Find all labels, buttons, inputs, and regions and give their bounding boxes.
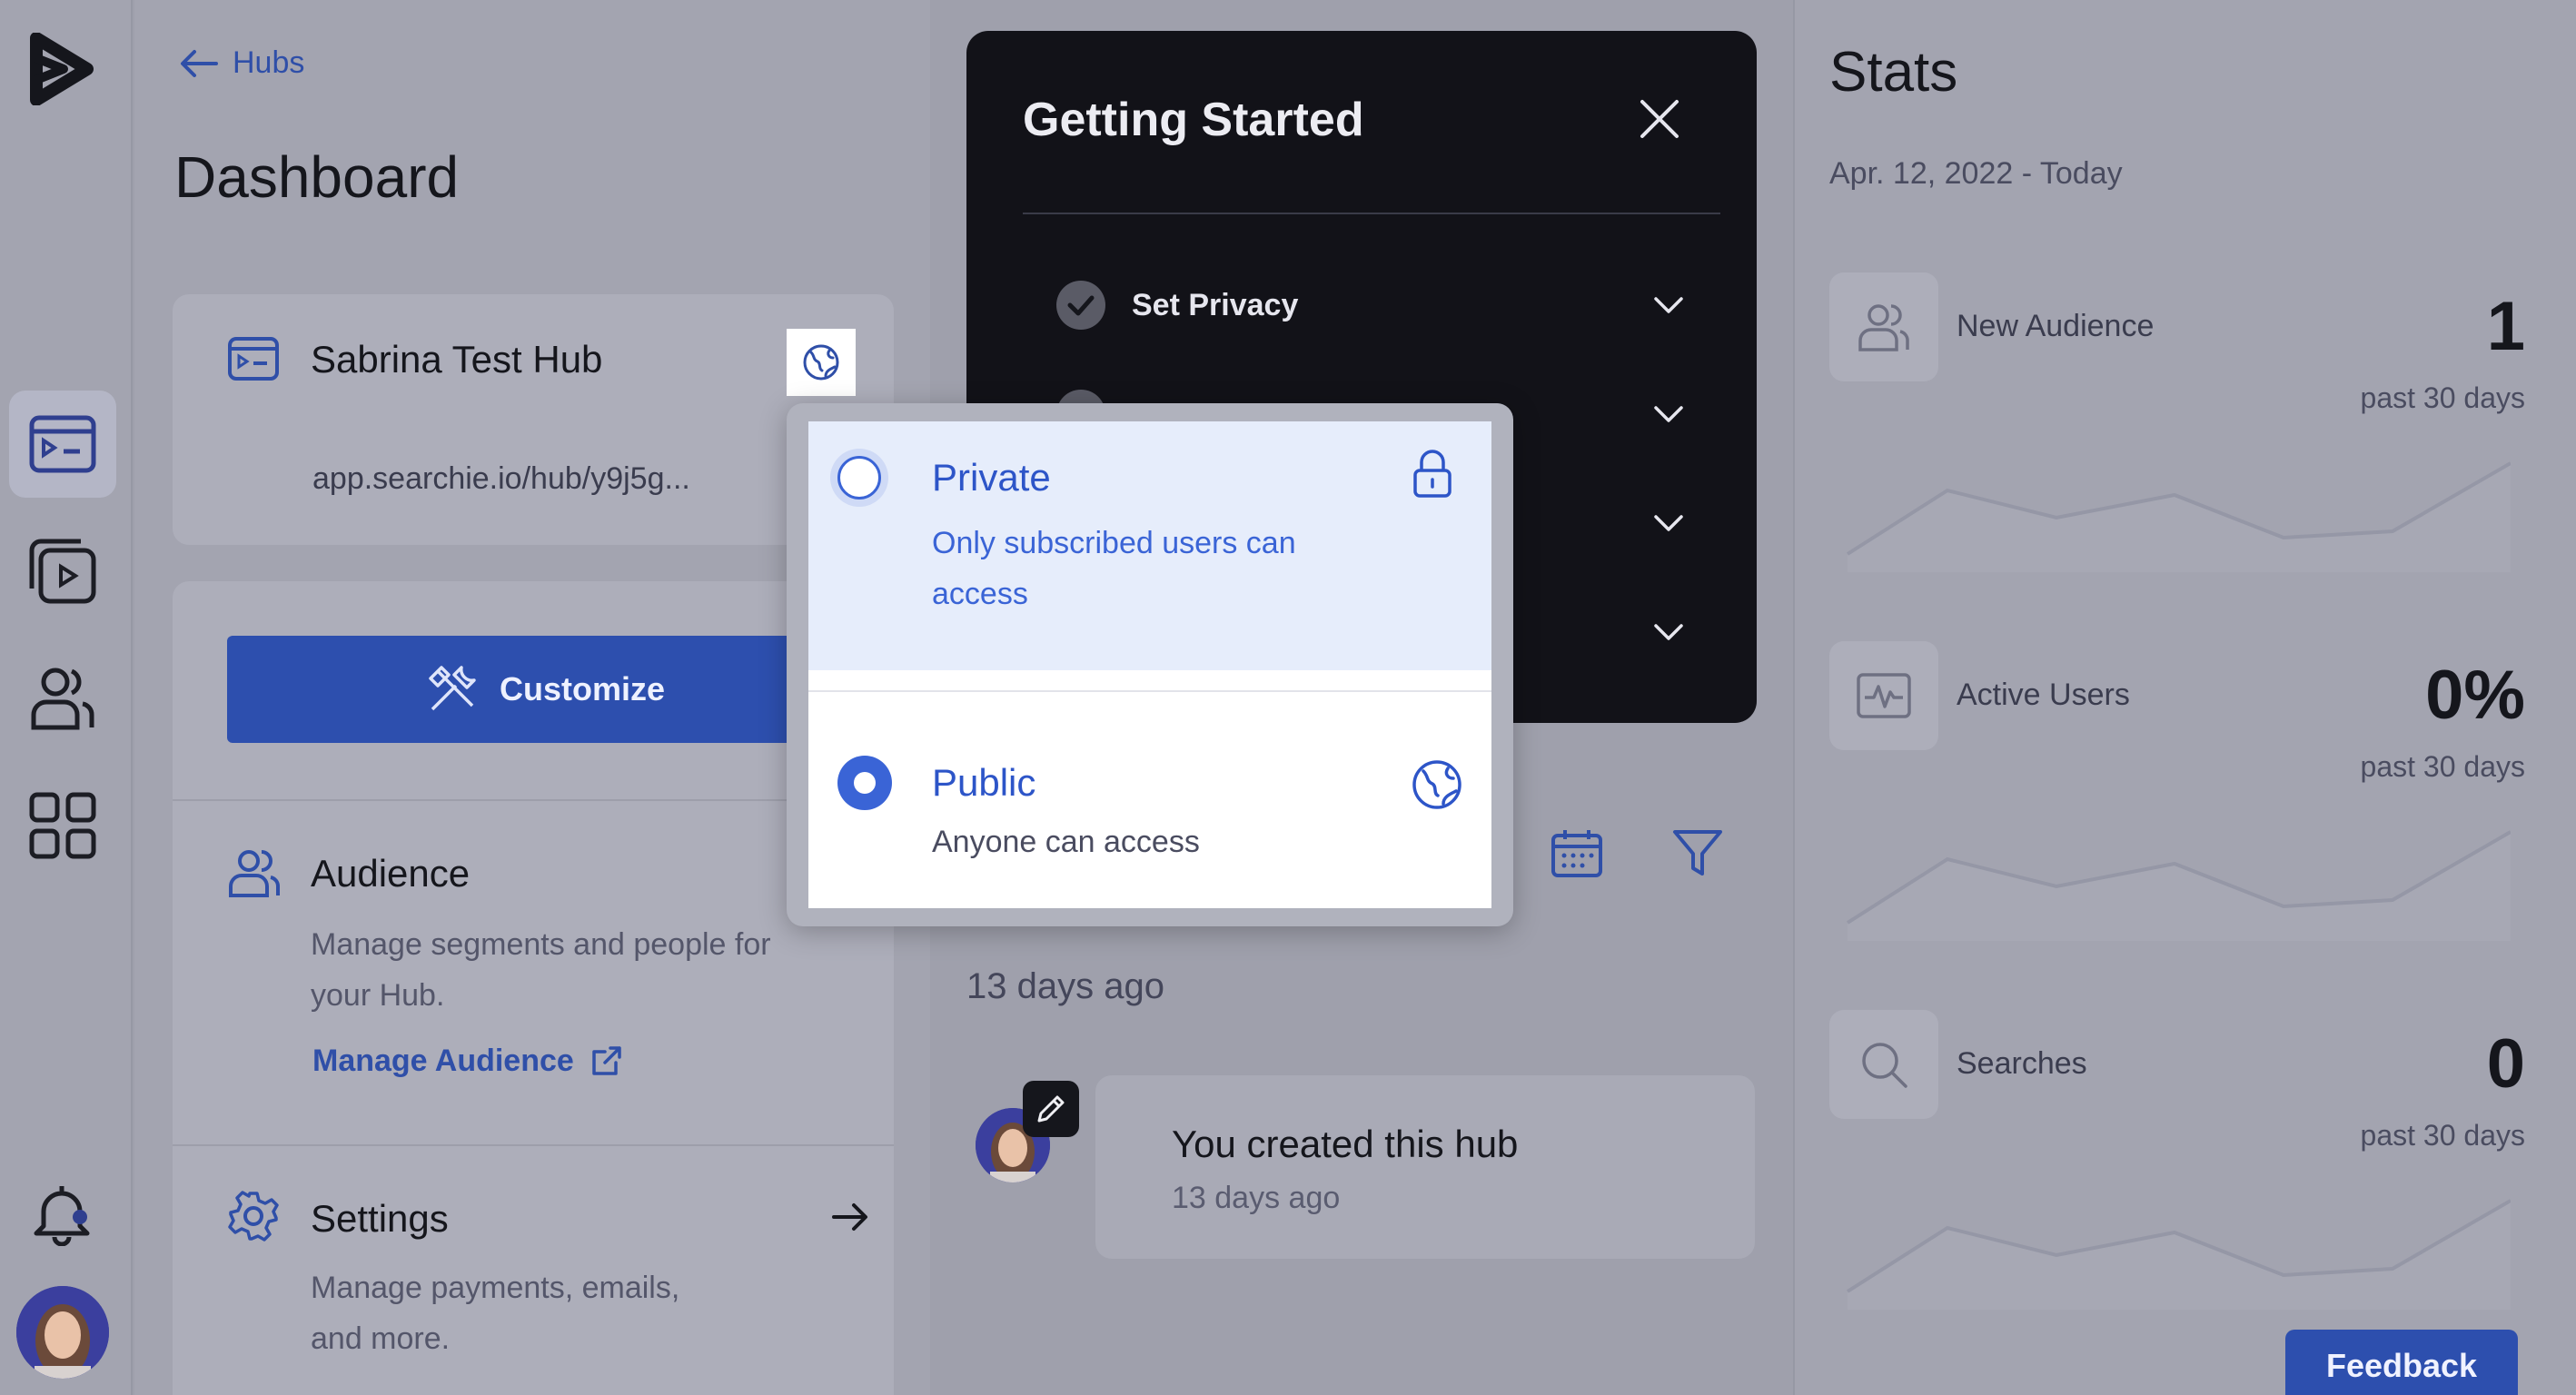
activity-icon bbox=[1857, 673, 1911, 718]
private-desc-line: access bbox=[932, 577, 1028, 611]
back-link-label: Hubs bbox=[233, 45, 305, 80]
arrow-left-icon bbox=[181, 49, 218, 77]
stats-column: Stats Apr. 12, 2022 - Today New Audience… bbox=[1793, 0, 2576, 1395]
privacy-option-public[interactable]: Public Anyone can access bbox=[808, 692, 1491, 908]
gear-icon bbox=[228, 1191, 279, 1242]
stat-value: 1 bbox=[2486, 288, 2525, 365]
settings-title: Settings bbox=[311, 1197, 449, 1240]
settings-desc-line: and more. bbox=[311, 1321, 451, 1356]
settings-description: Manage payments, emails, and more. bbox=[311, 1262, 679, 1364]
checklist-item-set-privacy[interactable]: Set Privacy bbox=[1055, 251, 1702, 360]
pencil-icon bbox=[1037, 1095, 1065, 1123]
activity-item-time: 13 days ago bbox=[1172, 1181, 1341, 1215]
stat-label: New Audience bbox=[1957, 309, 2155, 343]
lock-icon bbox=[1413, 450, 1451, 498]
chevron-down-icon bbox=[1654, 515, 1683, 531]
divider bbox=[173, 799, 894, 801]
privacy-toggle-button[interactable] bbox=[787, 329, 856, 396]
user-avatar[interactable] bbox=[16, 1286, 109, 1379]
customize-label: Customize bbox=[499, 670, 666, 707]
stat-value: 0 bbox=[2486, 1025, 2525, 1103]
manage-audience-label: Manage Audience bbox=[312, 1043, 574, 1078]
privacy-option-private[interactable]: Private Only subscribed users can access bbox=[808, 421, 1491, 670]
stat-period: past 30 days bbox=[2360, 1119, 2525, 1152]
page-title: Dashboard bbox=[174, 144, 460, 210]
customize-button[interactable]: Customize bbox=[227, 636, 863, 743]
hub-icon bbox=[29, 415, 96, 473]
audience-description: Manage segments and people for your Hub. bbox=[311, 919, 771, 1021]
bell-icon bbox=[34, 1186, 90, 1247]
hub-actions-card: Customize Audience Manage segments and p… bbox=[173, 581, 894, 1395]
private-desc-line: Only subscribed users can bbox=[932, 526, 1296, 560]
chevron-down-icon bbox=[1654, 406, 1683, 422]
sparkline-active-users bbox=[1846, 830, 2511, 941]
stat-period: past 30 days bbox=[2360, 381, 2525, 414]
stats-date-range[interactable]: Apr. 12, 2022 - Today bbox=[1829, 156, 2123, 192]
activity-group-label: 13 days ago bbox=[966, 966, 1164, 1006]
stat-icon-tile bbox=[1829, 1010, 1938, 1119]
check-circle-icon bbox=[1056, 281, 1105, 330]
public-title: Public bbox=[932, 761, 1036, 804]
back-to-hubs-link[interactable]: Hubs bbox=[178, 45, 304, 81]
filter-icon[interactable] bbox=[1671, 826, 1724, 879]
sparkline-searches bbox=[1846, 1199, 2511, 1310]
external-link-icon bbox=[592, 1046, 621, 1075]
globe-icon bbox=[803, 344, 839, 381]
apps-nav-button[interactable] bbox=[9, 772, 116, 879]
stat-icon-tile bbox=[1829, 641, 1938, 750]
private-description: Only subscribed users can access bbox=[932, 518, 1296, 619]
divider bbox=[808, 670, 1491, 690]
stats-title: Stats bbox=[1829, 41, 1958, 104]
chevron-down-icon bbox=[1654, 297, 1683, 313]
video-library-icon bbox=[29, 539, 96, 604]
hub-name: Sabrina Test Hub bbox=[311, 338, 603, 381]
stat-value: 0% bbox=[2425, 657, 2525, 734]
hub-card: Sabrina Test Hub app.searchie.io/hub/y9j… bbox=[173, 294, 894, 545]
sparkline-new-audience bbox=[1846, 461, 2511, 572]
grid-icon bbox=[29, 792, 96, 859]
checklist-item-label: Set Privacy bbox=[1132, 287, 1299, 322]
videos-nav-button[interactable] bbox=[9, 518, 116, 625]
stat-label: Searches bbox=[1957, 1046, 2087, 1081]
audience-desc-line: Manage segments and people for bbox=[311, 927, 771, 962]
audience-title: Audience bbox=[311, 852, 471, 895]
notifications-button[interactable] bbox=[29, 1181, 94, 1251]
audience-desc-line: your Hub. bbox=[311, 978, 445, 1013]
feedback-button[interactable]: Feedback bbox=[2285, 1330, 2518, 1395]
arrow-right-icon[interactable] bbox=[830, 1201, 870, 1233]
manage-audience-link[interactable]: Manage Audience bbox=[312, 1043, 625, 1079]
hub-icon bbox=[228, 337, 279, 381]
stat-period: past 30 days bbox=[2360, 750, 2525, 783]
audience-nav-button[interactable] bbox=[9, 645, 116, 752]
chevron-down-icon bbox=[1654, 624, 1683, 640]
hubs-nav-button[interactable] bbox=[9, 391, 116, 498]
private-radio[interactable] bbox=[837, 456, 881, 500]
public-radio-dot bbox=[854, 772, 876, 794]
searchie-logo[interactable] bbox=[27, 32, 96, 110]
stat-icon-tile bbox=[1829, 272, 1938, 381]
users-icon bbox=[31, 668, 94, 730]
settings-desc-line: Manage payments, emails, bbox=[311, 1271, 680, 1305]
edit-badge bbox=[1023, 1081, 1079, 1137]
hub-url: app.searchie.io/hub/y9j5g... bbox=[312, 461, 690, 496]
close-icon[interactable] bbox=[1639, 98, 1680, 140]
activity-item: You created this hub 13 days ago bbox=[1095, 1075, 1755, 1259]
activity-item-title: You created this hub bbox=[1172, 1123, 1519, 1165]
profile-photo bbox=[16, 1286, 109, 1379]
calendar-icon[interactable] bbox=[1550, 826, 1604, 879]
nav-rail bbox=[0, 0, 133, 1395]
audience-icon bbox=[229, 850, 280, 897]
tools-icon bbox=[429, 666, 476, 711]
stat-label: Active Users bbox=[1957, 678, 2130, 712]
divider bbox=[1023, 213, 1720, 214]
globe-icon bbox=[1412, 760, 1461, 809]
public-description: Anyone can access bbox=[932, 825, 1200, 859]
search-icon bbox=[1862, 1043, 1907, 1088]
privacy-popup: Private Only subscribed users can access… bbox=[787, 403, 1513, 926]
divider bbox=[173, 1144, 894, 1146]
getting-started-title: Getting Started bbox=[1023, 94, 1364, 146]
users-icon bbox=[1858, 304, 1909, 351]
private-title: Private bbox=[932, 456, 1051, 499]
